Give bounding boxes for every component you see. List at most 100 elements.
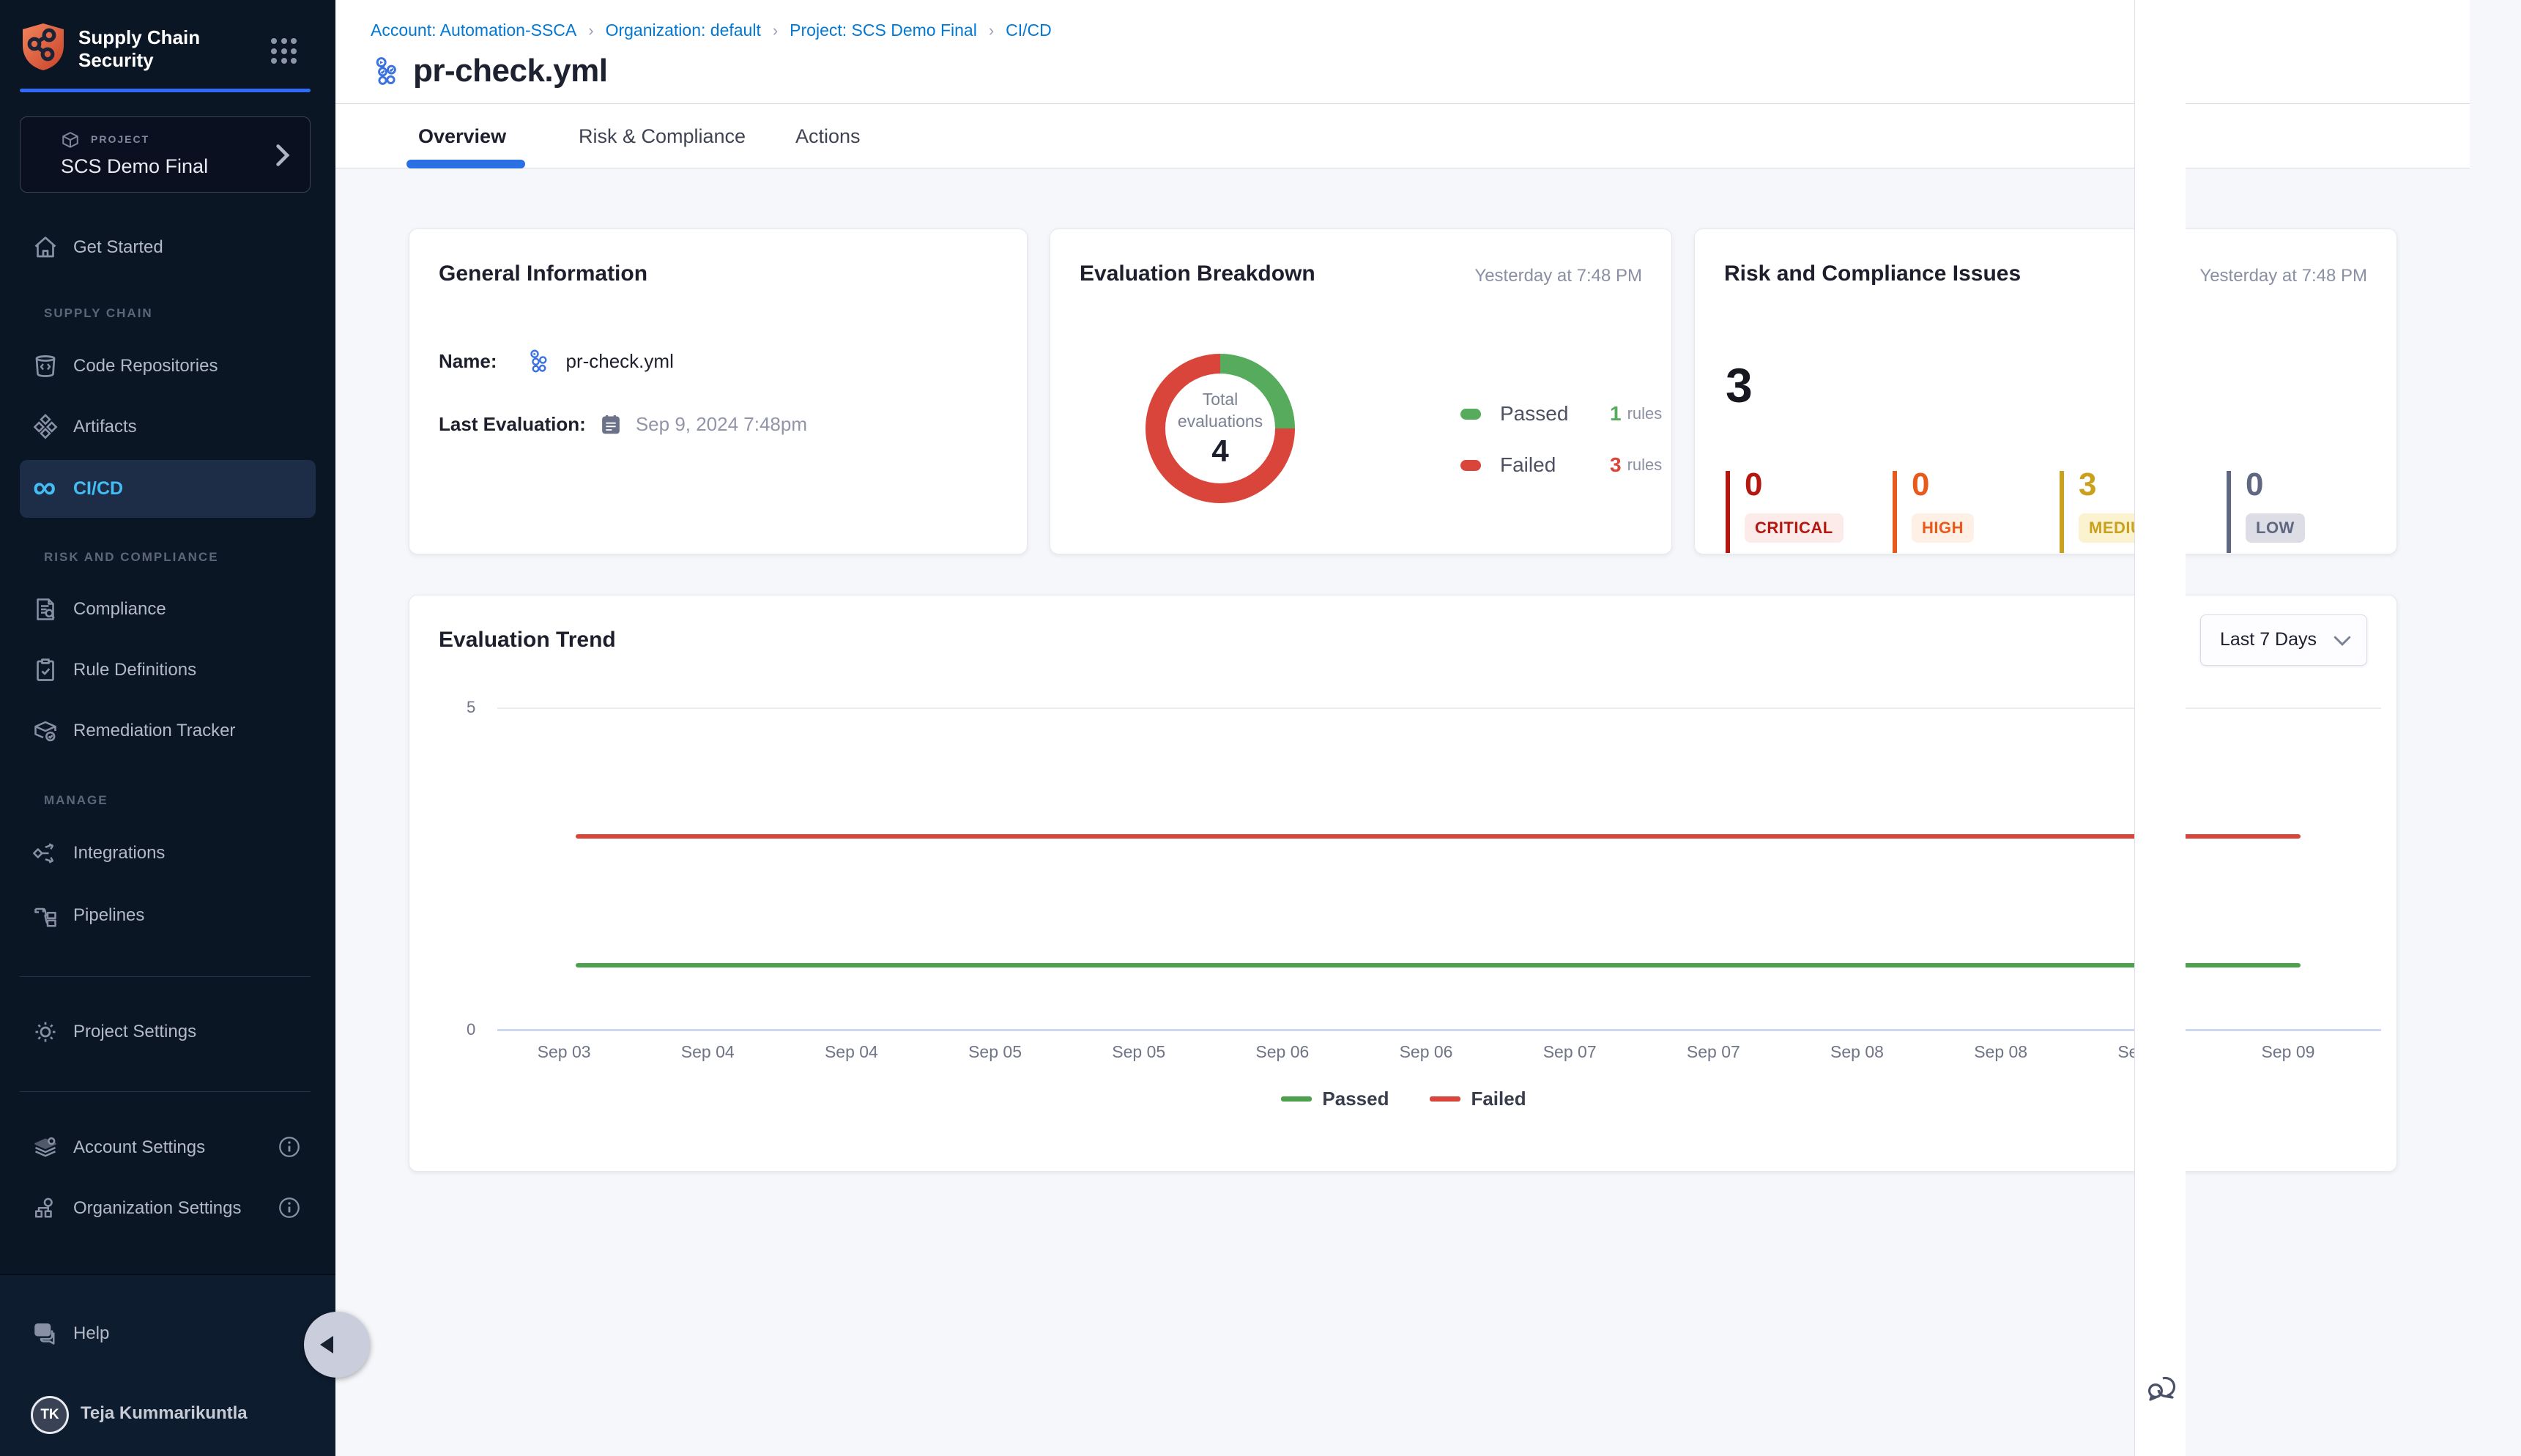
sidebar-item-label: Rule Definitions xyxy=(73,660,196,680)
organization-hierarchy-icon xyxy=(31,1194,60,1223)
code-repository-icon xyxy=(31,352,60,381)
tab-actions[interactable]: Actions xyxy=(795,104,861,168)
last-evaluation-row: Last Evaluation: Sep 9, 2024 7:48pm xyxy=(439,412,807,436)
sidebar-item-get-started[interactable]: Get Started xyxy=(0,218,335,277)
legend-item-passed[interactable]: Passed xyxy=(1281,1088,1389,1110)
risk-compliance-issues-card: Risk and Compliance Issues Yesterday at … xyxy=(1694,229,2397,554)
sidebar-item-label: Artifacts xyxy=(73,417,137,437)
sidebar-section-manage: MANAGE xyxy=(44,793,108,808)
passed-series-line xyxy=(576,963,2301,967)
breadcrumb-separator: › xyxy=(989,21,994,40)
supply-chain-security-logo-icon xyxy=(20,22,67,72)
pipelines-icon xyxy=(31,901,60,930)
donut-center-value: 4 xyxy=(1211,434,1228,469)
app-switcher-grid-icon[interactable] xyxy=(271,38,297,64)
x-axis-line xyxy=(497,1029,2381,1031)
user-avatar[interactable]: TK xyxy=(31,1396,69,1434)
x-tick-label: Sep 04 xyxy=(779,1042,923,1062)
legend-item-failed[interactable]: Failed xyxy=(1430,1088,1526,1110)
gridline-y5 xyxy=(497,707,2381,709)
sidebar-collapse-button[interactable] xyxy=(304,1312,370,1378)
sidebar-item-artifacts[interactable]: Artifacts xyxy=(0,398,335,456)
y-axis-tick-0: 0 xyxy=(467,1020,475,1039)
sidebar-section-risk-and-compliance: RISK AND COMPLIANCE xyxy=(44,550,219,565)
sidebar-item-pipelines[interactable]: Pipelines xyxy=(0,886,335,945)
sidebar-section-supply-chain: SUPPLY CHAIN xyxy=(44,306,153,321)
sidebar-item-account-settings[interactable]: Account Settings xyxy=(0,1118,335,1177)
last-evaluation-label: Last Evaluation: xyxy=(439,413,586,436)
module-accent-line xyxy=(20,89,311,92)
tab-overview[interactable]: Overview xyxy=(418,104,506,168)
chat-support-icon[interactable] xyxy=(2144,1371,2179,1406)
sidebar-item-remediation-tracker[interactable]: Remediation Tracker xyxy=(0,702,335,760)
breadcrumb-account-link[interactable]: Account: Automation-SSCA xyxy=(371,21,576,40)
sidebar: Supply Chain Security PROJECT SCS Demo F… xyxy=(0,0,335,1456)
severity-bar xyxy=(2227,471,2231,553)
x-tick-label: Sep 08 xyxy=(1785,1042,1928,1062)
sidebar-header: Supply Chain Security xyxy=(0,0,335,92)
severity-high: 0 HIGH xyxy=(1893,471,2046,553)
card-title: Evaluation Breakdown xyxy=(1080,261,1315,286)
project-label: PROJECT xyxy=(91,133,149,145)
x-tick-label: Sep 06 xyxy=(1211,1042,1354,1062)
sidebar-item-integrations[interactable]: Integrations xyxy=(0,824,335,883)
trend-plot-area xyxy=(497,707,2381,1030)
failed-series-line xyxy=(576,834,2301,839)
sidebar-item-label: Remediation Tracker xyxy=(73,721,235,741)
sidebar-item-label: Project Settings xyxy=(73,1022,196,1042)
legend-label: Passed xyxy=(1322,1088,1389,1110)
breadcrumb: Account: Automation-SSCA › Organization:… xyxy=(371,21,1052,40)
last-evaluation-value: Sep 9, 2024 7:48pm xyxy=(636,413,807,436)
gear-icon xyxy=(31,1017,60,1047)
y-axis-tick-5: 5 xyxy=(467,698,475,717)
passed-legend-dot-icon xyxy=(1460,409,1481,420)
sidebar-item-label: Integrations xyxy=(73,843,165,863)
user-name[interactable]: Teja Kummarikuntla xyxy=(81,1403,248,1424)
failed-line-swatch-icon xyxy=(1430,1096,1460,1102)
legend-row-passed: Passed 1 rules xyxy=(1460,402,1662,426)
sidebar-item-rule-definitions[interactable]: Rule Definitions xyxy=(0,641,335,699)
tab-risk-and-compliance[interactable]: Risk & Compliance xyxy=(579,104,746,168)
svg-text:?: ? xyxy=(40,1325,46,1336)
severity-badge: HIGH xyxy=(1912,513,1974,543)
breadcrumb-separator: › xyxy=(773,21,778,40)
breadcrumb-organization-link[interactable]: Organization: default xyxy=(606,21,761,40)
compliance-document-icon xyxy=(31,595,60,624)
card-timestamp: Yesterday at 7:48 PM xyxy=(1474,266,1642,286)
breadcrumb-separator: › xyxy=(588,21,593,40)
chevron-right-icon xyxy=(273,144,291,167)
severity-count: 0 xyxy=(1912,467,1929,503)
collapse-arrow-left-icon xyxy=(320,1336,333,1353)
sidebar-item-label: Code Repositories xyxy=(73,356,218,376)
severity-critical: 0 CRITICAL xyxy=(1726,471,1879,553)
info-icon[interactable] xyxy=(277,1134,302,1159)
severity-count: 3 xyxy=(2079,467,2096,503)
sidebar-item-label: Organization Settings xyxy=(73,1198,241,1219)
active-tab-underline xyxy=(406,160,525,168)
chevron-down-icon xyxy=(2333,634,2352,647)
x-tick-label: Sep 05 xyxy=(923,1042,1066,1062)
sidebar-item-project-settings[interactable]: Project Settings xyxy=(0,1003,335,1061)
failed-legend-label: Failed xyxy=(1500,453,1610,477)
sidebar-item-organization-settings[interactable]: Organization Settings xyxy=(0,1179,335,1238)
breadcrumb-project-link[interactable]: Project: SCS Demo Final xyxy=(790,21,977,40)
sidebar-item-cicd-active[interactable]: ∞ CI/CD xyxy=(20,460,316,518)
page-title: pr-check.yml xyxy=(413,53,607,89)
breadcrumb-current-link[interactable]: CI/CD xyxy=(1006,21,1052,40)
sidebar-item-help[interactable]: ? Help xyxy=(0,1304,335,1363)
x-tick-label: Sep 05 xyxy=(1067,1042,1211,1062)
sidebar-item-code-repositories[interactable]: Code Repositories xyxy=(0,337,335,395)
severity-count: 0 xyxy=(1745,467,1762,503)
info-icon[interactable] xyxy=(277,1195,302,1220)
severity-badge: LOW xyxy=(2246,513,2305,543)
x-tick-label: Sep 07 xyxy=(1498,1042,1641,1062)
cicd-infinity-icon: ∞ xyxy=(33,470,56,505)
sidebar-item-compliance[interactable]: Compliance xyxy=(0,580,335,639)
failed-rules-count: 3 xyxy=(1610,453,1622,477)
severity-count: 0 xyxy=(2246,467,2263,503)
name-row: Name: pr-check.yml xyxy=(439,348,674,374)
project-selector[interactable]: PROJECT SCS Demo Final xyxy=(20,116,311,193)
project-cube-icon xyxy=(61,130,80,149)
time-range-select[interactable]: Last 7 Days xyxy=(2200,614,2367,666)
sidebar-item-label: Get Started xyxy=(73,237,163,258)
